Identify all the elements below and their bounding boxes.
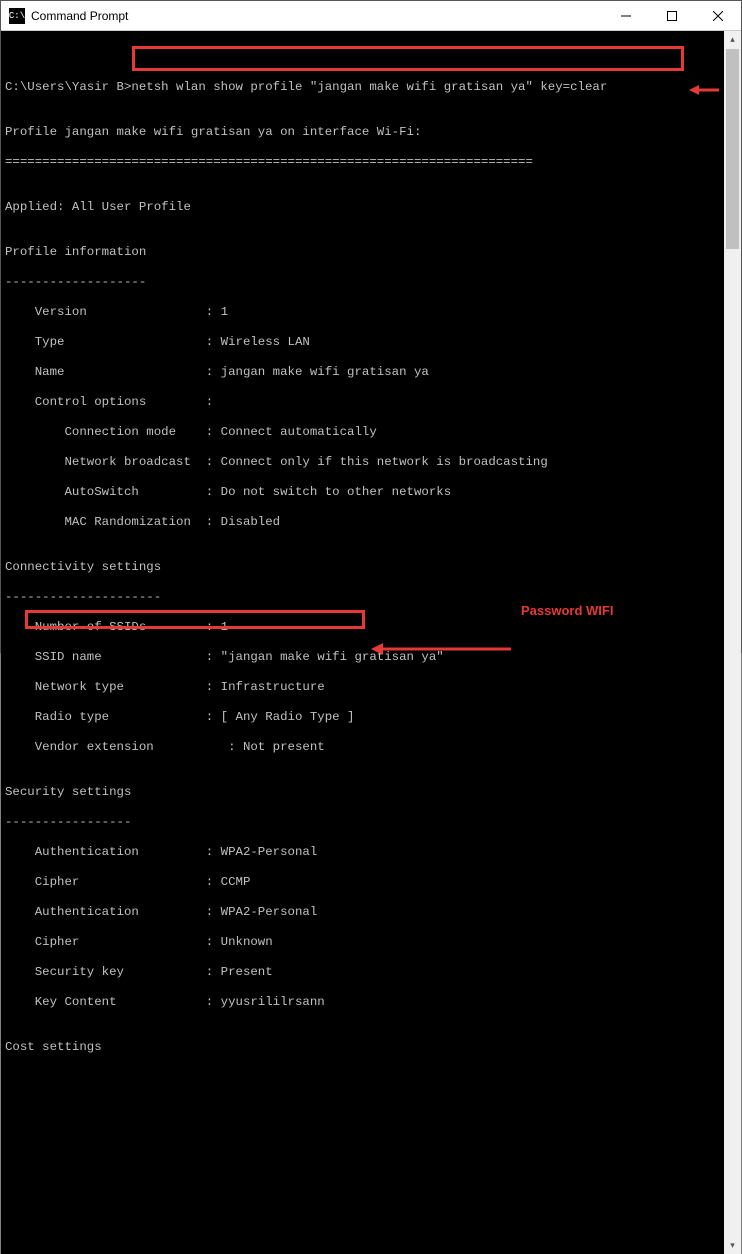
- profile-autoswitch: AutoSwitch : Do not switch to other netw…: [5, 485, 718, 500]
- window-title: Command Prompt: [31, 9, 603, 23]
- conn-ssid-name: SSID name : "jangan make wifi gratisan y…: [5, 650, 718, 665]
- command-text: netsh wlan show profile "jangan make wif…: [131, 80, 607, 94]
- profile-connection-mode: Connection mode : Connect automatically: [5, 425, 718, 440]
- section-header: Security settings: [5, 785, 718, 800]
- profile-network-broadcast: Network broadcast : Connect only if this…: [5, 455, 718, 470]
- titlebar[interactable]: C:\ Command Prompt: [1, 1, 741, 31]
- separator-line: ========================================…: [5, 155, 718, 170]
- profile-version: Version : 1: [5, 305, 718, 320]
- maximize-button[interactable]: [649, 1, 695, 31]
- conn-ssids: Number of SSIDs : 1: [5, 620, 718, 635]
- section-sep: ---------------------: [5, 590, 718, 605]
- scroll-down-button[interactable]: ▾: [724, 1237, 741, 1254]
- prompt-prefix: C:\Users\Yasir B>: [5, 80, 131, 94]
- sec-cipher: Cipher : CCMP: [5, 875, 718, 890]
- terminal-area: C:\Users\Yasir B>netsh wlan show profile…: [1, 31, 741, 1254]
- section-header: Profile information: [5, 245, 718, 260]
- minimize-button[interactable]: [603, 1, 649, 31]
- terminal-output[interactable]: C:\Users\Yasir B>netsh wlan show profile…: [1, 31, 724, 1254]
- conn-network-type: Network type : Infrastructure: [5, 680, 718, 695]
- sec-key-content: Key Content : yyusrililrsann: [5, 995, 718, 1010]
- section-header: Connectivity settings: [5, 560, 718, 575]
- interface-line: Profile jangan make wifi gratisan ya on …: [5, 125, 718, 140]
- profile-name: Name : jangan make wifi gratisan ya: [5, 365, 718, 380]
- scroll-up-button[interactable]: ▴: [724, 31, 741, 48]
- profile-control-options: Control options :: [5, 395, 718, 410]
- blank-line: [5, 50, 718, 65]
- sec-auth: Authentication : WPA2-Personal: [5, 845, 718, 860]
- sec-cipher: Cipher : Unknown: [5, 935, 718, 950]
- scroll-thumb[interactable]: [726, 49, 739, 249]
- sec-security-key: Security key : Present: [5, 965, 718, 980]
- sec-auth: Authentication : WPA2-Personal: [5, 905, 718, 920]
- conn-vendor-ext: Vendor extension : Not present: [5, 740, 718, 755]
- section-sep: -----------------: [5, 815, 718, 830]
- section-sep: -------------------: [5, 275, 718, 290]
- window-controls: [603, 1, 741, 31]
- vertical-scrollbar[interactable]: ▴ ▾: [724, 31, 741, 1254]
- annotation-password-wifi: Password WIFI: [521, 603, 613, 618]
- section-header: Cost settings: [5, 1040, 718, 1055]
- conn-radio-type: Radio type : [ Any Radio Type ]: [5, 710, 718, 725]
- command-prompt-window: C:\ Command Prompt C:\Users\Yasir B>nets…: [0, 0, 742, 653]
- close-button[interactable]: [695, 1, 741, 31]
- prompt-line: C:\Users\Yasir B>netsh wlan show profile…: [5, 80, 718, 95]
- profile-mac-randomization: MAC Randomization : Disabled: [5, 515, 718, 530]
- app-icon: C:\: [9, 8, 25, 24]
- profile-type: Type : Wireless LAN: [5, 335, 718, 350]
- applied-line: Applied: All User Profile: [5, 200, 718, 215]
